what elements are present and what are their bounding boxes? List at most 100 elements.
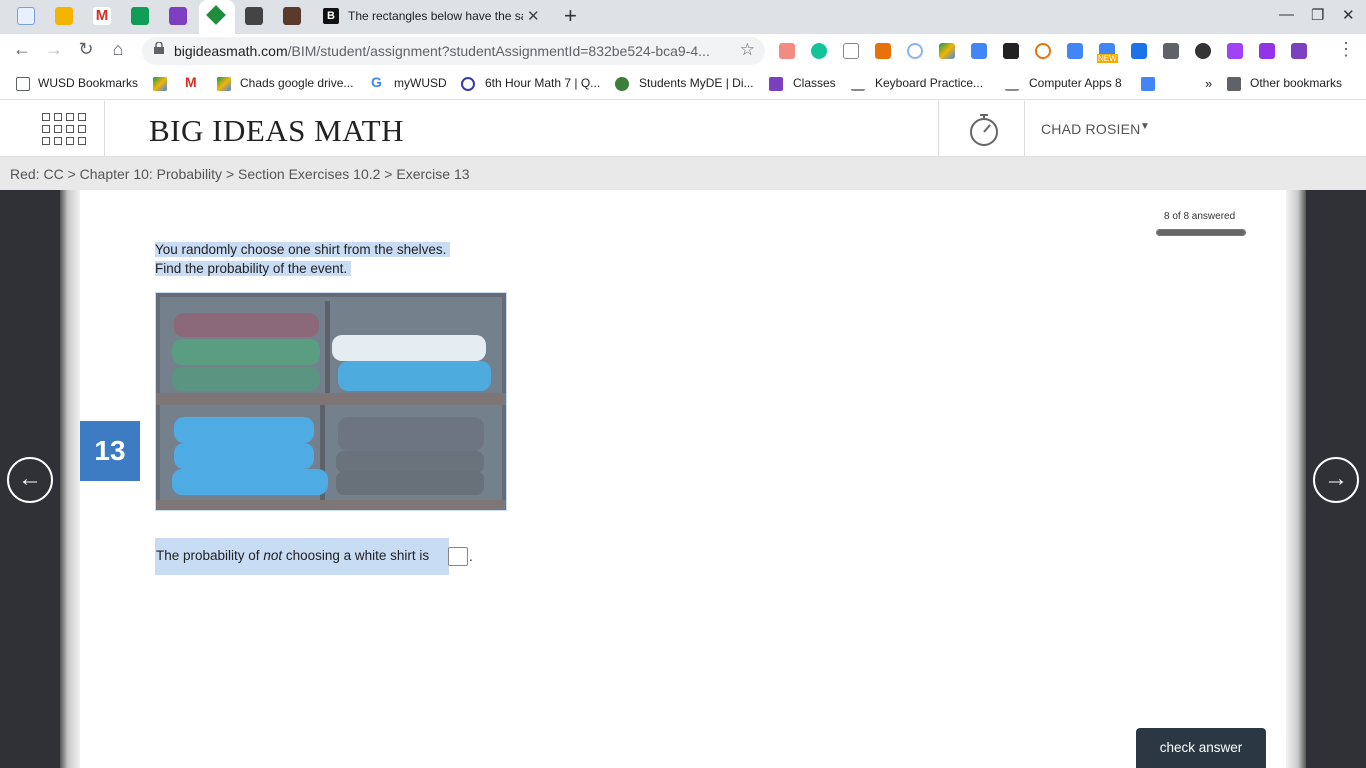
- shirt-shelves-illustration: [156, 293, 506, 510]
- user-menu[interactable]: CHAD ROSIEN: [1041, 121, 1140, 137]
- tab-question[interactable]: B The rectangles below have the sa ✕: [313, 0, 553, 34]
- drive-extension-icon[interactable]: [939, 43, 955, 59]
- quizizz-icon: [461, 77, 475, 91]
- big-ideas-math-logo: BIG IDEAS MATH: [149, 113, 404, 148]
- tab-title: The rectangles below have the sa: [348, 9, 523, 23]
- check-answer-button[interactable]: check answer: [1136, 728, 1266, 768]
- minimize-icon[interactable]: —: [1279, 6, 1294, 23]
- folder-icon: [16, 77, 30, 91]
- tab-favicon-8[interactable]: [283, 7, 301, 25]
- new-tab-button[interactable]: +: [564, 3, 577, 29]
- bookmark-keyboard-practice[interactable]: Keyboard Practice...: [875, 76, 983, 90]
- tab-favicon-1[interactable]: [17, 7, 35, 25]
- classroom-bookmark-icon: [769, 77, 783, 91]
- progress-bar: [1156, 229, 1246, 236]
- close-tab-icon[interactable]: ✕: [527, 7, 540, 25]
- answer-text: The probability of not choosing a white …: [156, 548, 429, 563]
- more-bookmarks-icon[interactable]: »: [1205, 76, 1212, 91]
- google-icon: G: [371, 74, 382, 90]
- drive-bookmark-icon-2: [217, 77, 231, 91]
- gmail-bookmark-icon[interactable]: M: [185, 74, 197, 90]
- browser-tab-strip: M B The rectangles below have the sa ✕ +…: [0, 0, 1366, 34]
- bigideas-tab-icon: [206, 5, 226, 25]
- extension-icon-14[interactable]: [1227, 43, 1243, 59]
- reload-icon[interactable]: ↻: [75, 39, 97, 60]
- docs-bookmark-icon[interactable]: [1141, 77, 1155, 91]
- previous-exercise-arrow-icon[interactable]: ←: [7, 457, 53, 503]
- tab-active-bigideas[interactable]: [199, 0, 235, 34]
- progress-label: 8 of 8 answered: [1164, 211, 1236, 222]
- bookmark-computer-apps[interactable]: Computer Apps 8: [1029, 76, 1122, 90]
- globe-icon: [615, 77, 629, 91]
- pdf-extension-icon[interactable]: [1291, 43, 1307, 59]
- extension-icon-15[interactable]: [1259, 43, 1275, 59]
- classroom-tab-icon[interactable]: [169, 7, 187, 25]
- prompt-line-2: Find the probability of the event.: [155, 261, 352, 276]
- extension-icon-4[interactable]: [875, 43, 891, 59]
- right-panel-shadow: [1286, 190, 1306, 768]
- computer-apps-icon: [1005, 77, 1019, 91]
- answer-emphasis: not: [263, 548, 283, 563]
- apps-grid-icon[interactable]: [42, 113, 86, 145]
- url-host: bigideasmath.com: [174, 43, 288, 59]
- header-divider: [1024, 101, 1025, 157]
- url-text: bigideasmath.com/BIM/student/assignment?…: [174, 43, 710, 59]
- extension-icon-3[interactable]: [843, 43, 859, 59]
- bookmark-students-myde[interactable]: Students MyDE | Di...: [639, 76, 754, 90]
- stopwatch-icon[interactable]: [968, 113, 1000, 147]
- answer-suffix: choosing a white shirt is: [282, 548, 430, 563]
- answer-prefix: The probability of: [156, 548, 264, 563]
- bookmark-other[interactable]: Other bookmarks: [1250, 76, 1342, 90]
- translate-icon[interactable]: [1067, 43, 1083, 59]
- extension-icon-7[interactable]: [971, 43, 987, 59]
- brainly-tab-icon: B: [323, 8, 339, 24]
- answer-input[interactable]: [448, 547, 468, 566]
- forward-icon[interactable]: →: [43, 39, 65, 60]
- restore-icon[interactable]: ❐: [1311, 6, 1324, 24]
- bookmark-classes[interactable]: Classes: [793, 76, 836, 90]
- shirt-shelves-image: [155, 292, 507, 511]
- extension-icon-new[interactable]: NEW: [1097, 43, 1118, 63]
- extension-icon-b[interactable]: [1131, 43, 1147, 59]
- lock-icon: [154, 42, 164, 54]
- bookmark-chads-drive[interactable]: Chads google drive...: [240, 76, 353, 90]
- sheets-tab-icon[interactable]: [131, 7, 149, 25]
- keyboard-practice-icon: [851, 77, 865, 91]
- breadcrumb-bar: Red: CC > Chapter 10: Probability > Sect…: [0, 157, 1366, 190]
- extension-icon-5[interactable]: [907, 43, 923, 59]
- question-prompt: You randomly choose one shirt from the s…: [155, 240, 451, 278]
- extension-icon-12[interactable]: [1163, 43, 1179, 59]
- bookmark-star-icon[interactable]: ☆: [740, 40, 755, 60]
- tab-favicon-2[interactable]: [55, 7, 73, 25]
- back-icon[interactable]: ←: [11, 39, 33, 60]
- new-badge: NEW: [1097, 54, 1118, 63]
- progress-fill: [1157, 230, 1245, 235]
- browser-toolbar: ← → ↻ ⌂ bigideasmath.com/BIM/student/ass…: [0, 34, 1366, 68]
- app-header: BIG IDEAS MATH CHAD ROSIEN ▼: [0, 101, 1366, 157]
- extension-icon-1[interactable]: [779, 43, 795, 59]
- breadcrumb[interactable]: Red: CC > Chapter 10: Probability > Sect…: [10, 166, 470, 182]
- bookmark-mywusd[interactable]: myWUSD: [394, 76, 447, 90]
- chevron-down-icon[interactable]: ▼: [1140, 121, 1150, 132]
- bookmarks-bar: WUSD Bookmarks M Chads google drive... G…: [0, 68, 1366, 100]
- url-path: /BIM/student/assignment?studentAssignmen…: [287, 43, 710, 59]
- extension-icon-9[interactable]: [1035, 43, 1051, 59]
- extension-icon-8[interactable]: [1003, 43, 1019, 59]
- bookmark-6th-hour[interactable]: 6th Hour Math 7 | Q...: [485, 76, 600, 90]
- tab-favicon-7[interactable]: [245, 7, 263, 25]
- browser-menu-icon[interactable]: ⋮: [1335, 39, 1357, 60]
- drive-bookmark-icon[interactable]: [153, 77, 167, 91]
- header-divider: [938, 101, 939, 157]
- gmail-tab-icon[interactable]: M: [93, 7, 111, 25]
- question-number: 13: [80, 421, 140, 481]
- close-window-icon[interactable]: ✕: [1342, 6, 1355, 24]
- other-bookmarks-folder-icon: [1227, 77, 1241, 91]
- next-exercise-arrow-icon[interactable]: →: [1313, 457, 1359, 503]
- home-icon[interactable]: ⌂: [107, 39, 129, 60]
- grammarly-icon[interactable]: [811, 43, 827, 59]
- extension-icon-13[interactable]: [1195, 43, 1211, 59]
- answer-period: .: [469, 549, 473, 564]
- address-bar[interactable]: bigideasmath.com/BIM/student/assignment?…: [142, 37, 765, 65]
- prompt-line-1: You randomly choose one shirt from the s…: [155, 242, 451, 257]
- bookmark-wusd[interactable]: WUSD Bookmarks: [38, 76, 138, 90]
